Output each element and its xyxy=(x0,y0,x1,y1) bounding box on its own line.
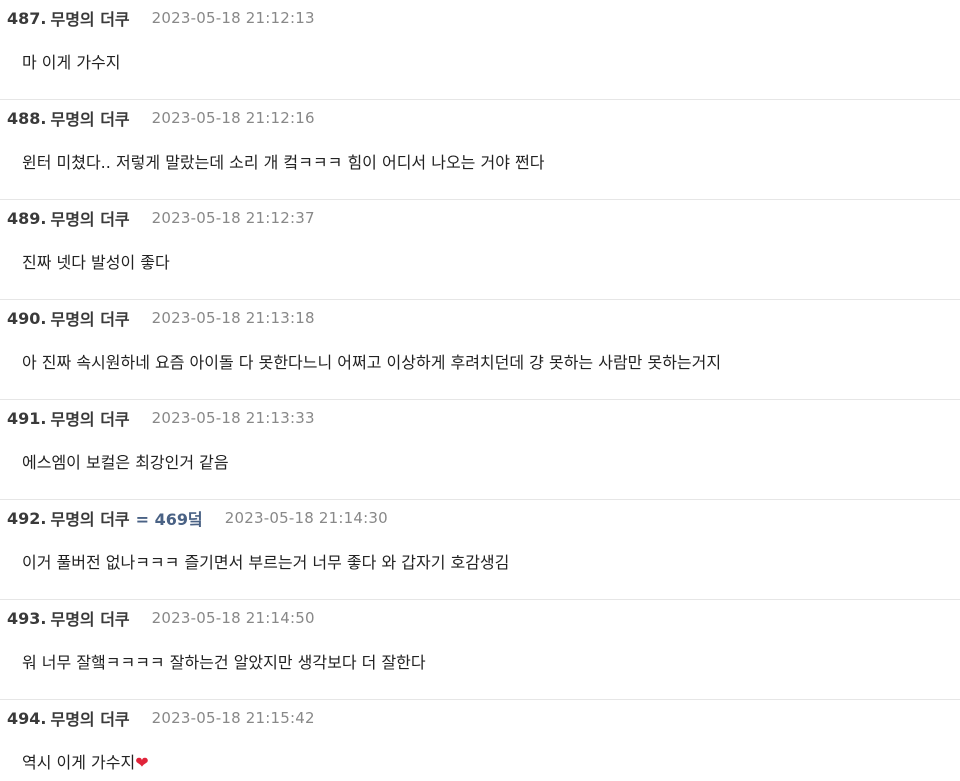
comment-author: 무명의 더쿠 xyxy=(50,310,130,329)
reply-reference-link[interactable]: = 469덬 xyxy=(136,506,203,530)
comment-timestamp: 2023-05-18 21:12:13 xyxy=(151,9,315,27)
comment-author: 무명의 더쿠 xyxy=(50,710,130,729)
comment-body: 역시 이게 가수지❤ xyxy=(22,749,149,773)
comment-number[interactable]: 488. xyxy=(7,109,46,128)
comment-body: 워 너무 잘햌ㅋㅋㅋㅋ 잘하는건 알았지만 생각보다 더 잘한다 xyxy=(22,649,426,673)
comment-number[interactable]: 494. xyxy=(7,709,46,728)
comment-body: 이거 풀버전 없나ㅋㅋㅋ 즐기면서 부르는거 너무 좋다 와 갑자기 호감생김 xyxy=(22,549,509,573)
comment-item: 487. 무명의 더쿠 2023-05-18 21:12:13 마 이게 가수지 xyxy=(0,0,960,100)
comment-timestamp: 2023-05-18 21:12:37 xyxy=(151,209,315,227)
comment-item: 490. 무명의 더쿠 2023-05-18 21:13:18 아 진짜 속시원… xyxy=(0,300,960,400)
comment-text: 역시 이게 가수지 xyxy=(22,753,136,772)
comment-thread: 487. 무명의 더쿠 2023-05-18 21:12:13 마 이게 가수지… xyxy=(0,0,960,781)
comment-header: 492. 무명의 더쿠 = 469덬 2023-05-18 21:14:30 xyxy=(7,506,388,530)
comment-header: 488. 무명의 더쿠 2023-05-18 21:12:16 xyxy=(7,107,315,130)
comment-timestamp: 2023-05-18 21:14:50 xyxy=(151,609,315,627)
comment-item: 493. 무명의 더쿠 2023-05-18 21:14:50 워 너무 잘햌ㅋ… xyxy=(0,600,960,700)
comment-timestamp: 2023-05-18 21:15:42 xyxy=(151,709,315,727)
comment-header: 487. 무명의 더쿠 2023-05-18 21:12:13 xyxy=(7,7,315,30)
comment-text: 윈터 미쳤다.. 저렇게 말랐는데 소리 개 컼ㅋㅋㅋ 힘이 어디서 나오는 거… xyxy=(22,153,545,172)
comment-timestamp: 2023-05-18 21:14:30 xyxy=(224,509,388,527)
comment-number[interactable]: 490. xyxy=(7,309,46,328)
comment-author: 무명의 더쿠 xyxy=(50,210,130,229)
comment-author: 무명의 더쿠 xyxy=(50,510,130,529)
comment-text: 진짜 넷다 발성이 좋다 xyxy=(22,253,170,272)
comment-body: 윈터 미쳤다.. 저렇게 말랐는데 소리 개 컼ㅋㅋㅋ 힘이 어디서 나오는 거… xyxy=(22,149,544,173)
comment-number[interactable]: 489. xyxy=(7,209,46,228)
comment-body: 에스엠이 보컬은 최강인거 같음 xyxy=(22,449,229,473)
comment-text: 에스엠이 보컬은 최강인거 같음 xyxy=(22,453,229,472)
comment-item: 491. 무명의 더쿠 2023-05-18 21:13:33 에스엠이 보컬은… xyxy=(0,400,960,500)
comment-item: 489. 무명의 더쿠 2023-05-18 21:12:37 진짜 넷다 발성… xyxy=(0,200,960,300)
comment-timestamp: 2023-05-18 21:12:16 xyxy=(151,109,315,127)
comment-text: 마 이게 가수지 xyxy=(22,53,121,72)
comment-body: 아 진짜 속시원하네 요즘 아이돌 다 못한다느니 어쩌고 이상하게 후려치던데… xyxy=(22,349,721,373)
comment-author: 무명의 더쿠 xyxy=(50,10,130,29)
heart-icon: ❤ xyxy=(135,753,149,772)
comment-item: 494. 무명의 더쿠 2023-05-18 21:15:42 역시 이게 가수… xyxy=(0,700,960,781)
comment-body: 마 이게 가수지 xyxy=(22,49,121,73)
comment-header: 493. 무명의 더쿠 2023-05-18 21:14:50 xyxy=(7,607,315,630)
comment-author: 무명의 더쿠 xyxy=(50,110,130,129)
comment-text: 이거 풀버전 없나ㅋㅋㅋ 즐기면서 부르는거 너무 좋다 와 갑자기 호감생김 xyxy=(22,553,510,572)
comment-header: 491. 무명의 더쿠 2023-05-18 21:13:33 xyxy=(7,407,315,430)
comment-body: 진짜 넷다 발성이 좋다 xyxy=(22,249,170,273)
comment-timestamp: 2023-05-18 21:13:18 xyxy=(151,309,315,327)
comment-item: 488. 무명의 더쿠 2023-05-18 21:12:16 윈터 미쳤다..… xyxy=(0,100,960,200)
comment-item: 492. 무명의 더쿠 = 469덬 2023-05-18 21:14:30 이… xyxy=(0,500,960,600)
comment-author: 무명의 더쿠 xyxy=(50,410,130,429)
comment-header: 490. 무명의 더쿠 2023-05-18 21:13:18 xyxy=(7,307,315,330)
comment-timestamp: 2023-05-18 21:13:33 xyxy=(151,409,315,427)
comment-text: 아 진짜 속시원하네 요즘 아이돌 다 못한다느니 어쩌고 이상하게 후려치던데… xyxy=(22,353,722,372)
comment-number[interactable]: 487. xyxy=(7,9,46,28)
comment-header: 494. 무명의 더쿠 2023-05-18 21:15:42 xyxy=(7,707,315,730)
comment-text: 워 너무 잘햌ㅋㅋㅋㅋ 잘하는건 알았지만 생각보다 더 잘한다 xyxy=(22,653,426,672)
comment-number[interactable]: 493. xyxy=(7,609,46,628)
comment-header: 489. 무명의 더쿠 2023-05-18 21:12:37 xyxy=(7,207,315,230)
comment-number[interactable]: 491. xyxy=(7,409,46,428)
comment-number[interactable]: 492. xyxy=(7,509,46,528)
comment-author: 무명의 더쿠 xyxy=(50,610,130,629)
